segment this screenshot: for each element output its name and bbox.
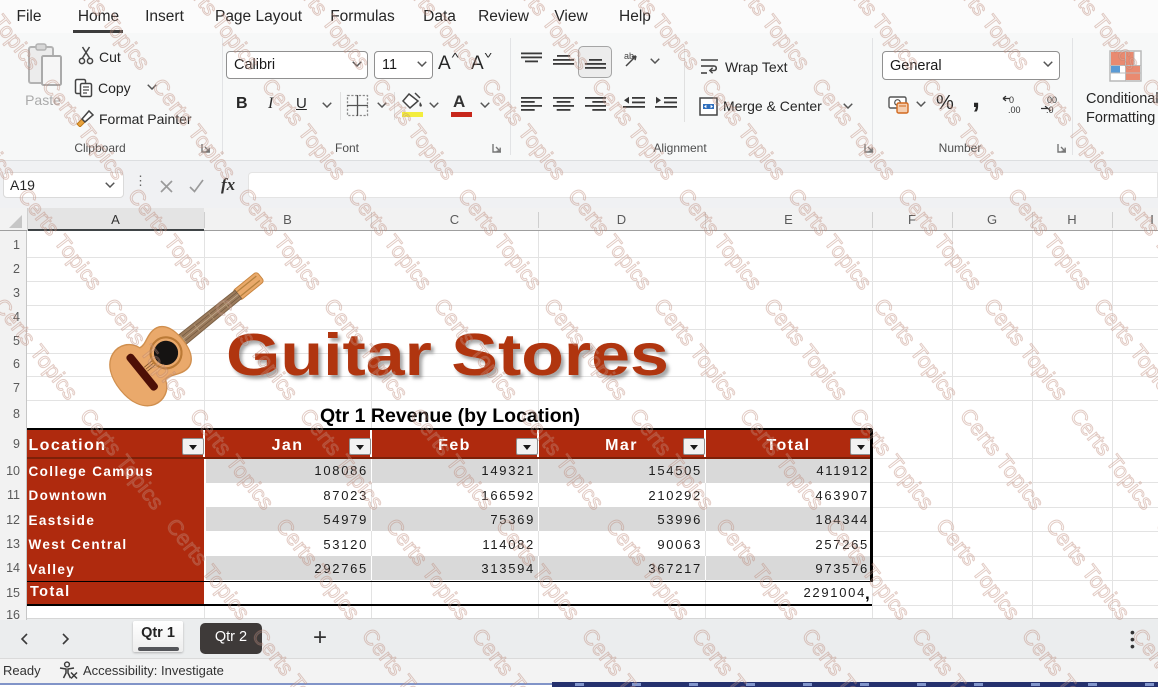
- svg-text:0: 0: [1009, 95, 1014, 105]
- svg-text:ab: ab: [624, 51, 634, 61]
- svg-text:00: 00: [1047, 95, 1057, 105]
- svg-text:.00: .00: [1008, 105, 1021, 115]
